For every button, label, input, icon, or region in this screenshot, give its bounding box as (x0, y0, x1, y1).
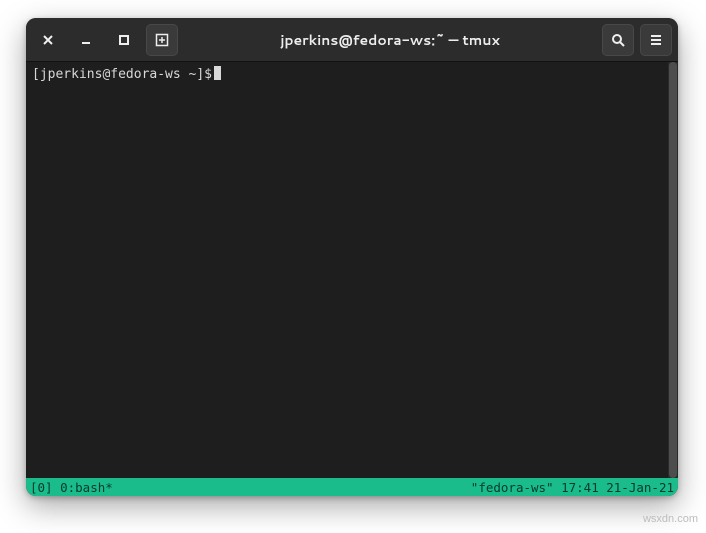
close-icon (42, 34, 54, 46)
maximize-button[interactable] (108, 24, 140, 56)
terminal-output[interactable]: [jperkins@fedora-ws ~]$ (26, 62, 668, 478)
window-title: jperkins@fedora-ws:~ — tmux (184, 30, 596, 50)
minimize-icon (80, 34, 92, 46)
terminal-window: jperkins@fedora-ws:~ — tmux [jperkins@fe… (26, 18, 678, 496)
shell-prompt: [jperkins@fedora-ws ~]$ (32, 67, 212, 82)
new-tab-button[interactable] (146, 24, 178, 56)
tmux-status-right: "fedora-ws" 17:41 21-Jan-21 (471, 480, 674, 495)
maximize-icon (118, 34, 130, 46)
close-button[interactable] (32, 24, 64, 56)
minimize-button[interactable] (70, 24, 102, 56)
new-tab-icon (155, 33, 169, 47)
titlebar: jperkins@fedora-ws:~ — tmux (26, 18, 678, 62)
tmux-status-left: [0] 0:bash* (30, 480, 113, 495)
hamburger-icon (649, 33, 663, 47)
scrollbar-thumb[interactable] (669, 62, 677, 478)
terminal-area: [jperkins@fedora-ws ~]$ (26, 62, 678, 478)
cursor (214, 66, 221, 80)
menu-button[interactable] (640, 24, 672, 56)
search-icon (611, 33, 625, 47)
search-button[interactable] (602, 24, 634, 56)
scrollbar[interactable] (668, 62, 678, 478)
tmux-status-bar: [0] 0:bash* "fedora-ws" 17:41 21-Jan-21 (26, 478, 678, 496)
watermark: wsxdn.com (643, 513, 698, 525)
